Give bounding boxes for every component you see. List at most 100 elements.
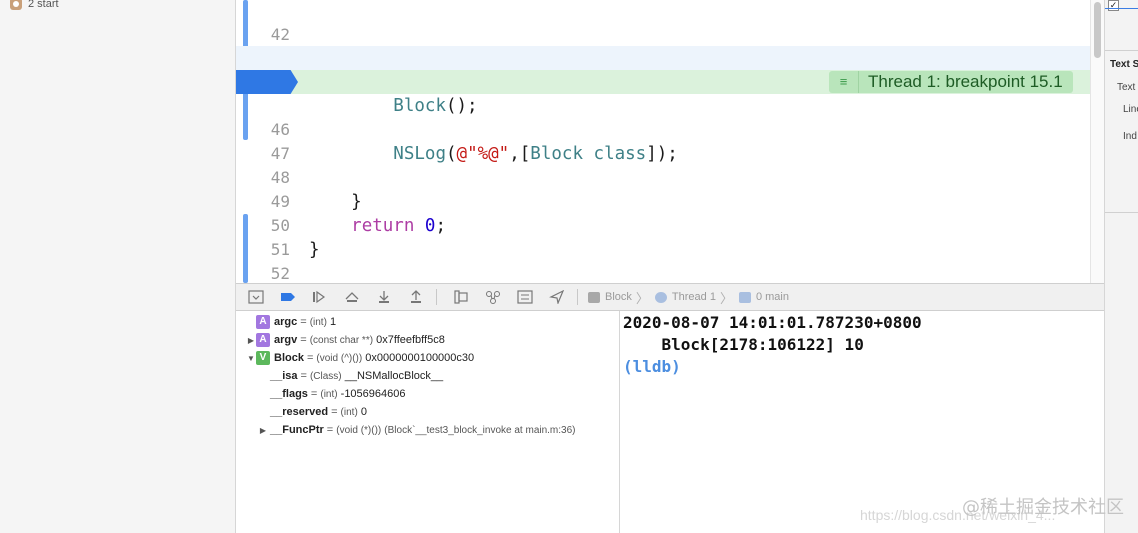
- variable-type: (int): [309, 316, 327, 328]
- inspector-label: Ind: [1123, 131, 1137, 142]
- variable-type: (void (^)()): [316, 352, 363, 364]
- editor-scrollbar[interactable]: [1090, 0, 1104, 283]
- inspector-tab-indicator: [1105, 8, 1138, 9]
- variable-type: (int): [340, 406, 358, 418]
- variable-row[interactable]: ▶ __FuncPtr = (void (*)()) (Block`__test…: [236, 421, 620, 439]
- variable-name: Block: [274, 352, 304, 364]
- memory-graph-button[interactable]: [481, 287, 505, 307]
- checkbox[interactable]: ✓: [1108, 0, 1119, 11]
- variable-value: 0x7ffeefbff5c8: [376, 334, 445, 346]
- variable-name: __reserved: [270, 406, 329, 418]
- memory-graph-icon: [486, 291, 500, 304]
- breakpoints-toggle-button[interactable]: [276, 287, 300, 307]
- stack-frame-label: 2 start: [28, 0, 59, 10]
- thread-badge-text: Thread 1: breakpoint 15.1: [868, 72, 1063, 91]
- disclosure-triangle[interactable]: ▶: [246, 336, 256, 345]
- variable-value: __NSMallocBlock__: [344, 370, 444, 382]
- disclosure-triangle[interactable]: ▶: [258, 426, 268, 435]
- variable-value: 1: [329, 316, 337, 328]
- code-line[interactable]: 52 void test1() {: [236, 238, 1090, 283]
- step-out-icon: [411, 290, 421, 303]
- step-over-icon: [345, 292, 359, 302]
- view-hierarchy-icon: [454, 290, 468, 304]
- code-line[interactable]: 43 test3();: [236, 22, 1090, 92]
- continue-button[interactable]: [308, 287, 332, 307]
- step-into-button[interactable]: [372, 287, 396, 307]
- disclosure-triangle[interactable]: ▼: [246, 354, 256, 363]
- code-line-current[interactable]: 44 Block();: [236, 46, 1090, 116]
- breadcrumb-thread[interactable]: Thread 1 〉: [654, 288, 733, 307]
- continue-icon: [313, 290, 326, 304]
- variable-row[interactable]: ▼ V Block = (void (^)()) 0x0000000100000…: [236, 349, 620, 367]
- variable-type: (void (*)()): [336, 424, 382, 436]
- simulate-location-button[interactable]: [545, 287, 569, 307]
- divider: [577, 289, 578, 305]
- divider: [1105, 50, 1138, 51]
- debug-bar: Block 〉 Thread 1 〉 0 main: [236, 283, 1104, 311]
- code-line-breakpoint[interactable]: 45 NSLog(@"%@",[Block class]); ≡ Thread …: [236, 70, 1090, 164]
- code-line[interactable]: 53 int stakeint = 10;: [236, 262, 1090, 283]
- variable-name: argc: [274, 316, 298, 328]
- inspector-label: Text: [1117, 82, 1136, 93]
- environment-overrides-button[interactable]: [513, 287, 537, 307]
- stack-frame-row[interactable]: 2 start: [10, 0, 59, 12]
- list-icon: ≡: [829, 71, 859, 93]
- stack-frame-icon: [10, 0, 22, 10]
- code-line[interactable]: 47: [236, 118, 1090, 163]
- thread-icon: [654, 291, 667, 303]
- target-icon: [588, 291, 600, 303]
- hide-debug-area-button[interactable]: [244, 287, 268, 307]
- variable-name: __isa: [270, 370, 298, 382]
- panel-toggle-icon: [248, 290, 264, 304]
- location-arrow-icon: [549, 290, 565, 304]
- source-editor[interactable]: 42 43 test3(); 44 Block(); 45 NSLog(@"%@…: [236, 0, 1090, 283]
- debug-view-hierarchy-button[interactable]: [449, 287, 473, 307]
- inspector-pane: ✓ Text S Text Line Ind: [1104, 0, 1138, 533]
- watermark-text: @稀土掘金技术社区: [962, 497, 1124, 518]
- variable-type: (Class): [309, 370, 342, 382]
- chevron-right-icon: 〉: [635, 290, 649, 306]
- variables-view: A argc = (int) 1 ▶ A argv = (const char …: [236, 311, 620, 533]
- argument-badge-icon: A: [256, 333, 270, 347]
- step-out-button[interactable]: [404, 287, 428, 307]
- sliders-icon: [517, 290, 533, 304]
- user-icon: [738, 291, 751, 303]
- code-line[interactable]: 42: [236, 0, 1090, 44]
- breadcrumb-label: Block: [605, 291, 632, 303]
- thread-breakpoint-badge[interactable]: ≡ Thread 1: breakpoint 15.1: [829, 71, 1073, 93]
- code-line[interactable]: 46: [236, 94, 1090, 139]
- code-line[interactable]: 50 }: [236, 190, 1090, 260]
- argument-badge-icon: A: [256, 315, 270, 329]
- console-output-line: 2020-08-07 14:01:01.787230+0800: [623, 313, 922, 332]
- divider: [1105, 212, 1138, 213]
- divider: [436, 289, 437, 305]
- variable-badge-icon: V: [256, 351, 270, 365]
- variable-row[interactable]: __reserved = (int) 0: [236, 403, 620, 421]
- code-line[interactable]: 51: [236, 214, 1090, 259]
- variable-value: -1056964606: [340, 388, 406, 400]
- variable-name: argv: [274, 334, 298, 346]
- variable-row[interactable]: __flags = (int) -1056964606: [236, 385, 620, 403]
- variable-row[interactable]: ▶ A argv = (const char **) 0x7ffeefbff5c…: [236, 331, 620, 349]
- inspector-section-header: Text S: [1110, 59, 1138, 70]
- code-line[interactable]: 49 return 0;: [236, 166, 1090, 236]
- breakpoint-marker[interactable]: [236, 70, 298, 94]
- variable-row[interactable]: A argc = (int) 1: [236, 313, 620, 331]
- variable-name: __FuncPtr: [270, 424, 324, 436]
- variable-type: (int): [320, 388, 338, 400]
- step-over-button[interactable]: [340, 287, 364, 307]
- variable-row[interactable]: __isa = (Class) __NSMallocBlock__: [236, 367, 620, 385]
- breakpoint-icon: [281, 293, 295, 301]
- lldb-prompt[interactable]: (lldb): [623, 356, 681, 378]
- step-into-icon: [379, 291, 389, 303]
- chevron-right-icon: 〉: [719, 290, 733, 306]
- console-output-line: Block[2178:106122] 10: [623, 335, 864, 354]
- breadcrumb-frame[interactable]: 0 main: [738, 291, 789, 303]
- variable-name: __flags: [270, 388, 308, 400]
- breadcrumb-target[interactable]: Block 〉: [588, 288, 649, 307]
- variable-value: 0x0000000100000c30: [365, 352, 475, 364]
- variable-value: (Block`__test3_block_invoke at main.m:36…: [384, 424, 576, 436]
- code-line[interactable]: 48 }: [236, 142, 1090, 212]
- variable-type: (const char **): [309, 334, 374, 346]
- scrollbar-knob[interactable]: [1094, 2, 1101, 58]
